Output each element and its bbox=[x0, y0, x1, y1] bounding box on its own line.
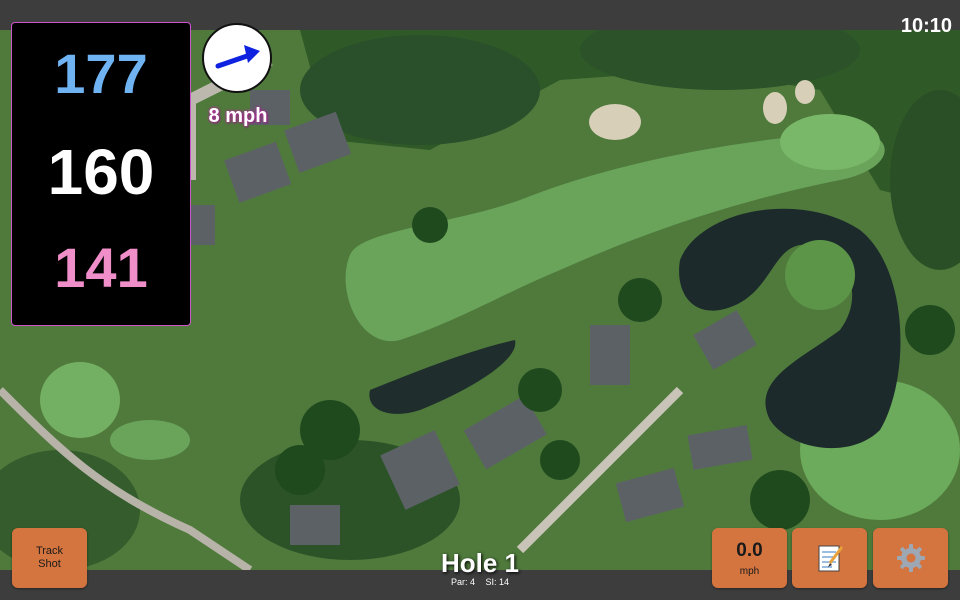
speed-value: 0.0 bbox=[736, 539, 763, 561]
hole-stroke-index: SI: 14 bbox=[485, 577, 510, 587]
track-shot-label-line2: Shot bbox=[38, 558, 61, 570]
wind-speed: 8 mph bbox=[208, 105, 268, 127]
distance-panel: 177 160 141 bbox=[11, 22, 191, 326]
arrow-right-icon bbox=[215, 45, 260, 69]
notepad-icon bbox=[818, 545, 843, 572]
status-time: 10:10 bbox=[900, 15, 952, 37]
wind-indicator bbox=[202, 23, 272, 93]
scorecard-notes-button[interactable] bbox=[792, 528, 867, 588]
track-shot-label-line1: Track bbox=[35, 545, 64, 557]
middle-distance: 160 bbox=[47, 136, 155, 208]
gear-icon bbox=[896, 544, 925, 572]
hole-title: Hole 1 bbox=[440, 548, 520, 578]
front-distance: 141 bbox=[54, 236, 148, 299]
back-distance: 177 bbox=[54, 42, 148, 105]
speed-button[interactable]: 0.0 mph bbox=[712, 528, 787, 588]
hole-info: Par: 4 SI: 14 bbox=[380, 577, 580, 587]
hole-par: Par: 4 bbox=[450, 577, 475, 587]
settings-button[interactable] bbox=[873, 528, 948, 588]
track-shot-button[interactable]: Track Shot bbox=[12, 528, 87, 588]
speed-unit: mph bbox=[739, 565, 760, 577]
